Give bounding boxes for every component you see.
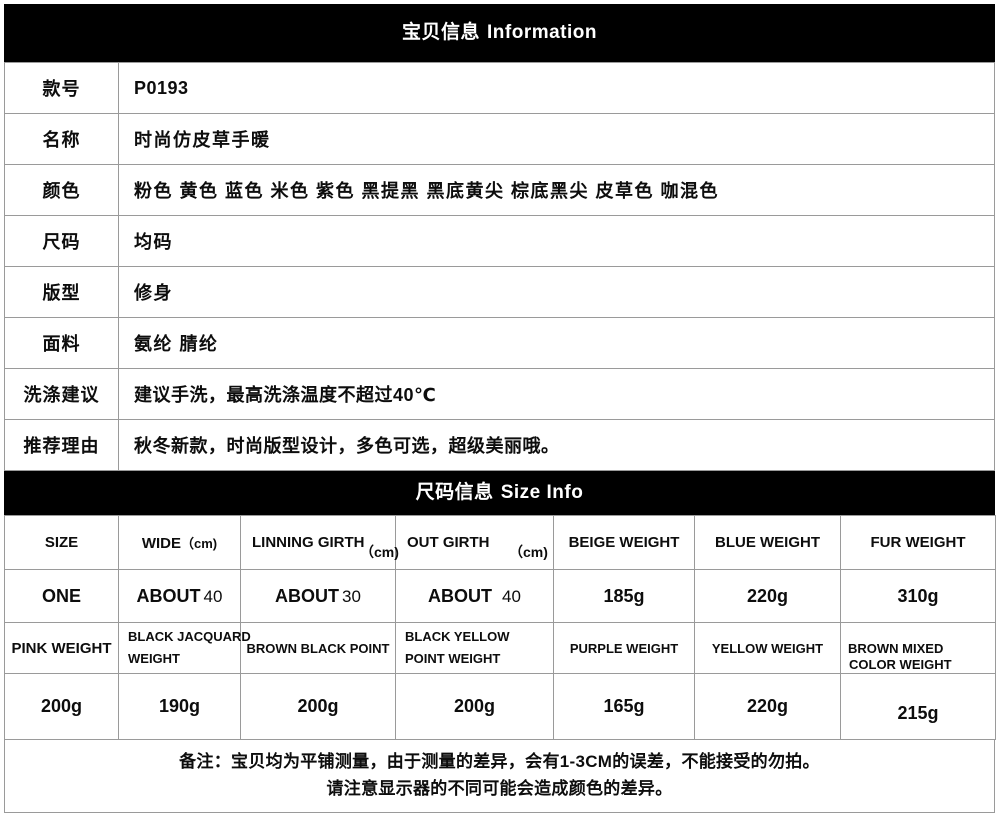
info-label-recommend-reason: 推荐理由: [4, 419, 119, 471]
size-value-blue-weight: 220g: [694, 569, 841, 623]
size-col-header-black-jacquard-weight: BLACK JACQUARD WEIGHT: [118, 622, 251, 674]
size-value-beige-weight: 185g: [553, 569, 695, 623]
black-jacquard-line1: BLACK JACQUARD: [128, 629, 251, 644]
out-value-number: 40: [502, 586, 521, 606]
size-info-section-header: 尺码信息 Size Info: [4, 471, 995, 515]
table-row: ONE ABOUT 40 ABOUT 30 ABOUT 40 185g 220g 31…: [4, 569, 996, 623]
table-row: 版型 修身: [4, 266, 995, 318]
size-col-header-brown-mixed-color-weight: BROWN MIXED COLOR WEIGHT: [840, 622, 996, 674]
info-label-style-no: 款号: [4, 62, 119, 114]
size-col-header-linning-girth: LINNING GIRTH （cm): [240, 515, 399, 570]
size-col-header-purple-weight: PURPLE WEIGHT: [553, 622, 695, 674]
info-value-size: 均码: [118, 215, 995, 267]
size-value-black-yellow-point-weight: 200g: [395, 673, 554, 740]
info-value-style-no: P0193: [118, 62, 995, 114]
product-info-page: 宝贝信息 Information 款号 P0193 名称 时尚仿皮草手暖 颜色 粉…: [0, 0, 1000, 813]
table-row: PINK WEIGHT BLACK JACQUARD WEIGHT BROWN …: [4, 622, 996, 674]
table-row: SIZE WIDE（cm) LINNING GIRTH （cm) OUT GIR…: [4, 515, 996, 570]
size-note: 备注：宝贝均为平铺测量，由于测量的差异，会有1-3CM的误差，不能接受的勿拍。 …: [4, 740, 995, 813]
brown-mixed-line2: COLOR WEIGHT: [849, 657, 952, 672]
linning-girth-line2: GIRTH: [317, 534, 365, 551]
linning-value-number: 30: [342, 586, 361, 606]
table-row: 款号 P0193: [4, 62, 995, 114]
linning-girth-unit: （cm): [360, 544, 399, 560]
size-value-out-girth: ABOUT 40: [395, 569, 554, 623]
information-section-header: 宝贝信息 Information: [4, 4, 995, 62]
table-row: 洗涤建议 建议手洗，最高洗涤温度不超过40℃: [4, 368, 995, 420]
size-col-header-yellow-weight: YELLOW WEIGHT: [694, 622, 841, 674]
size-value-brown-black-point: 200g: [240, 673, 396, 740]
info-label-fit: 版型: [4, 266, 119, 318]
out-girth-line1: OUT: [407, 534, 439, 551]
size-value-fur-weight: 310g: [840, 569, 996, 623]
size-value-black-jacquard-weight: 190g: [118, 673, 241, 740]
info-label-size: 尺码: [4, 215, 119, 267]
size-value-wide: ABOUT 40: [118, 569, 241, 623]
black-yellow-line2: POINT WEIGHT: [405, 651, 501, 666]
table-row: 面料 氨纶 腈纶: [4, 317, 995, 369]
size-info-section: 尺码信息 Size Info SIZE WIDE（cm) LINNING GIR…: [4, 471, 996, 813]
size-header-cn: 尺码信息: [415, 482, 494, 503]
information-table: 款号 P0193 名称 时尚仿皮草手暖 颜色 粉色 黄色 蓝色 米色 紫色 黑提…: [4, 62, 995, 471]
size-col-header-beige-weight: BEIGE WEIGHT: [553, 515, 695, 570]
table-row: 推荐理由 秋冬新款，时尚版型设计，多色可选，超级美丽哦。: [4, 419, 995, 471]
size-col-header-wide-unit: （cm): [181, 536, 218, 551]
info-label-wash-advice: 洗涤建议: [4, 368, 119, 420]
info-value-color: 粉色 黄色 蓝色 米色 紫色 黑提黑 黑底黄尖 棕底黑尖 皮草色 咖混色: [118, 164, 995, 216]
size-value-linning-girth: ABOUT 30: [240, 569, 396, 623]
wide-about-label: ABOUT: [136, 585, 201, 606]
table-row: 名称 时尚仿皮草手暖: [4, 113, 995, 165]
size-value-size: ONE: [4, 569, 119, 623]
table-row: 200g 190g 200g 200g 165g 220g 215g: [4, 673, 996, 740]
size-header-en: Size Info: [500, 482, 584, 503]
size-col-header-out-girth: OUT GIRTH （cm): [395, 515, 554, 570]
info-value-recommend-reason: 秋冬新款，时尚版型设计，多色可选，超级美丽哦。: [118, 419, 995, 471]
linning-about-label: ABOUT: [275, 585, 340, 606]
size-col-header-wide: WIDE（cm): [118, 515, 241, 570]
table-row: 颜色 粉色 黄色 蓝色 米色 紫色 黑提黑 黑底黄尖 棕底黑尖 皮草色 咖混色: [4, 164, 995, 216]
information-header-en: Information: [487, 22, 597, 43]
size-value-pink-weight: 200g: [4, 673, 119, 740]
size-note-line-1: 备注：宝贝均为平铺测量，由于测量的差异，会有1-3CM的误差，不能接受的勿拍。: [179, 752, 820, 771]
out-girth-unit: （cm): [509, 544, 548, 560]
size-value-brown-mixed-color-weight: 215g: [840, 673, 996, 740]
information-section: 宝贝信息 Information 款号 P0193 名称 时尚仿皮草手暖 颜色 粉…: [4, 4, 995, 471]
linning-girth-line1: LINNING: [252, 534, 314, 551]
size-value-yellow-weight: 220g: [694, 673, 841, 740]
table-row: 尺码 均码: [4, 215, 995, 267]
out-girth-line2: GIRTH: [442, 534, 490, 551]
size-col-header-wide-text: WIDE: [141, 535, 182, 552]
info-label-color: 颜色: [4, 164, 119, 216]
size-col-header-pink-weight: PINK WEIGHT: [4, 622, 119, 674]
size-col-header-fur-weight: FUR WEIGHT: [840, 515, 996, 570]
out-about-label: ABOUT: [428, 585, 493, 606]
size-col-header-size: SIZE: [4, 515, 119, 570]
info-value-wash-advice: 建议手洗，最高洗涤温度不超过40℃: [118, 368, 995, 420]
size-col-header-brown-black-point: BROWN BLACK POINT: [240, 622, 396, 674]
size-table: SIZE WIDE（cm) LINNING GIRTH （cm) OUT GIR…: [4, 515, 996, 740]
info-label-fabric: 面料: [4, 317, 119, 369]
info-value-fit: 修身: [118, 266, 995, 318]
size-col-header-black-yellow-point-weight: BLACK YELLOW POINT WEIGHT: [395, 622, 554, 674]
info-value-name: 时尚仿皮草手暖: [118, 113, 995, 165]
brown-mixed-line1: BROWN MIXED: [848, 640, 944, 656]
size-value-purple-weight: 165g: [553, 673, 695, 740]
black-yellow-line1: BLACK YELLOW: [405, 629, 510, 644]
info-label-name: 名称: [4, 113, 119, 165]
wide-value-number: 40: [203, 586, 223, 606]
size-col-header-blue-weight: BLUE WEIGHT: [694, 515, 841, 570]
info-value-fabric: 氨纶 腈纶: [118, 317, 995, 369]
information-header-cn: 宝贝信息: [401, 22, 480, 43]
black-jacquard-line2: WEIGHT: [128, 651, 180, 666]
